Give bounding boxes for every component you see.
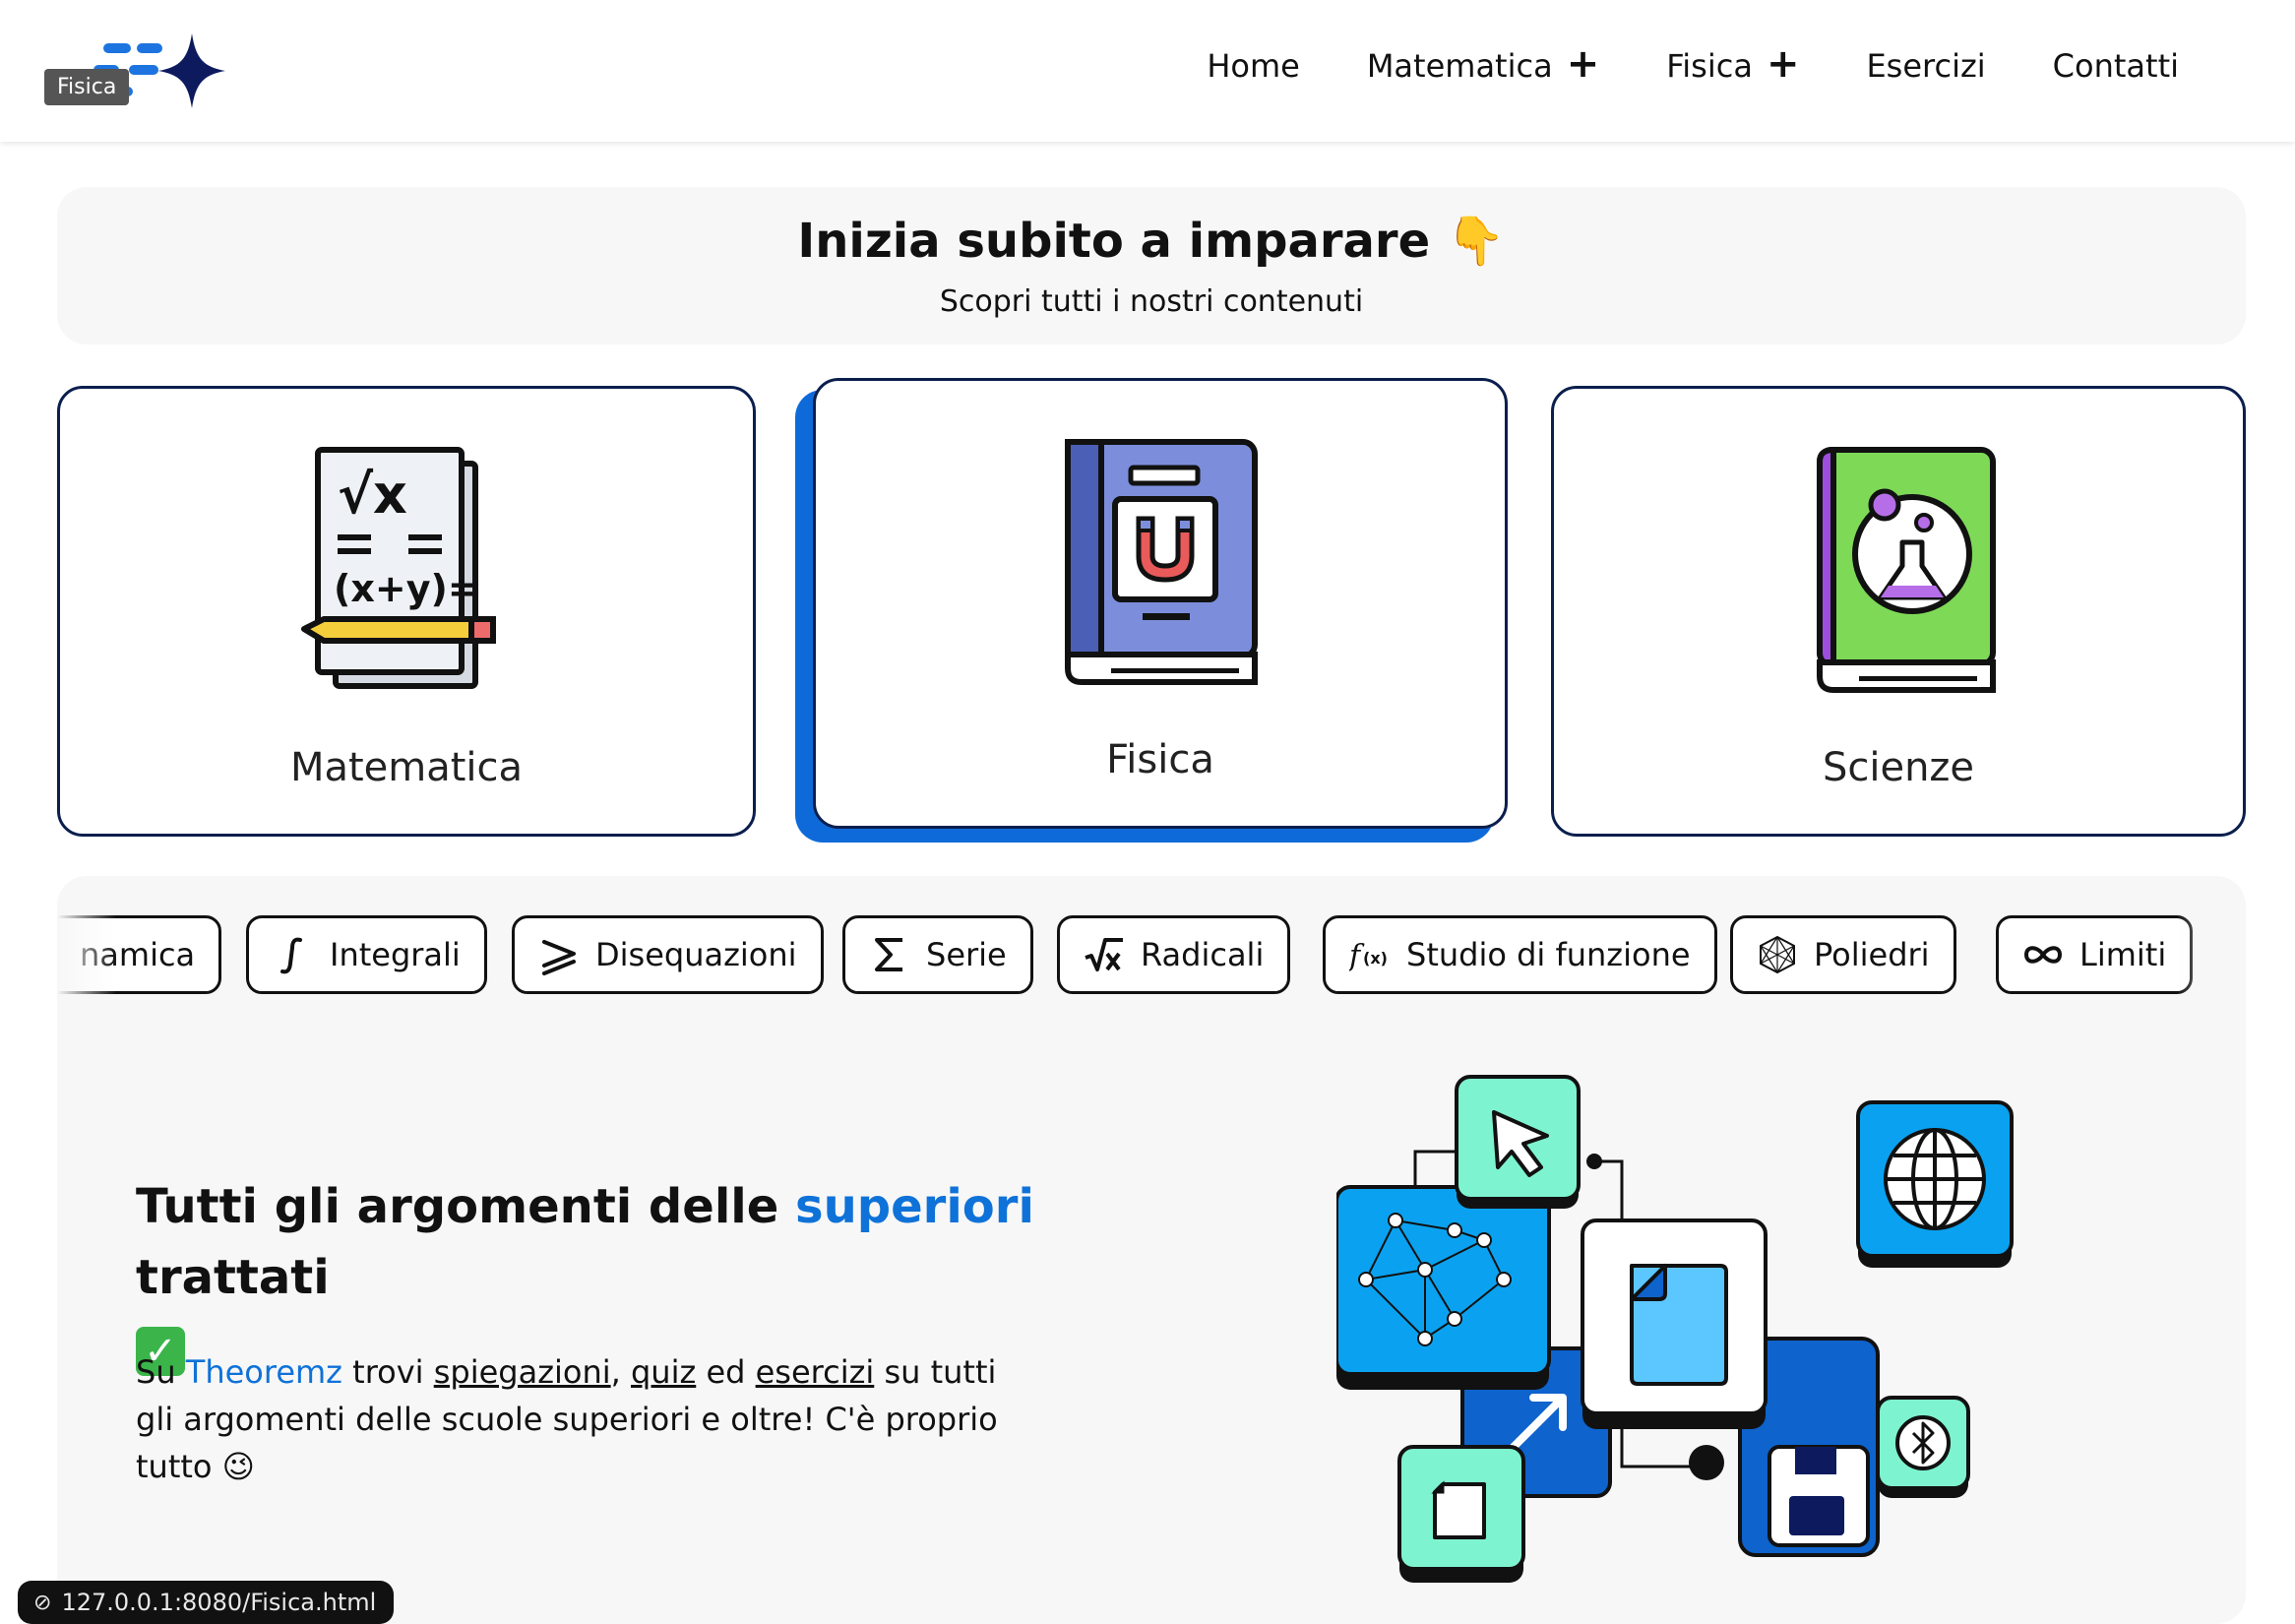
- plus-icon: +: [1566, 41, 1600, 87]
- text-trovi: trovi: [341, 1353, 434, 1391]
- card-matematica[interactable]: √x (x+y)= Matematica: [57, 386, 756, 837]
- browser-status-bar: ⊘ 127.0.0.1:8080/Fisica.html: [18, 1581, 395, 1624]
- card-matematica-label: Matematica: [289, 745, 524, 790]
- chip-label: Radicali: [1141, 936, 1265, 973]
- nav-fisica-label: Fisica: [1666, 47, 1753, 85]
- wink-icon: 😉: [221, 1448, 256, 1485]
- sigma-icon: [875, 938, 902, 971]
- nav-esercizi-label: Esercizi: [1866, 47, 1986, 85]
- svg-text:√x: √x: [338, 464, 407, 526]
- chip-serie[interactable]: Serie: [842, 915, 1033, 994]
- svg-text:(x+y)=: (x+y)=: [334, 567, 479, 610]
- section-title-post: trattati: [136, 1250, 330, 1305]
- text-ed: ed: [696, 1353, 756, 1391]
- hero-title-text: Inizia subito a imparare: [797, 214, 1431, 269]
- text-comma: ,: [610, 1353, 631, 1391]
- chip-label: Poliedri: [1814, 936, 1930, 973]
- math-book-icon: √x (x+y)=: [301, 447, 496, 689]
- section-title-pre: Tutti gli argomenti delle: [136, 1179, 796, 1234]
- physics-book-icon: [1065, 439, 1258, 685]
- carousel-fade-right: [2177, 906, 2246, 1004]
- svg-text:(x): (x): [1363, 949, 1388, 968]
- nav-matematica[interactable]: Matematica +: [1366, 41, 1600, 87]
- card-scienze[interactable]: Scienze: [1551, 386, 2246, 837]
- text-su: Su: [136, 1353, 186, 1391]
- hero-title: Inizia subito a imparare 👇: [57, 213, 2246, 269]
- link-esercizi[interactable]: esercizi: [756, 1353, 875, 1391]
- link-quiz[interactable]: quiz: [631, 1353, 696, 1391]
- link-icon: ⊘: [33, 1590, 52, 1615]
- logo-tooltip: Fisica: [44, 69, 130, 105]
- link-spiegazioni[interactable]: spiegazioni: [434, 1353, 611, 1391]
- network-illustration: [1336, 1075, 2014, 1583]
- card-scienze-label: Scienze: [1822, 745, 1975, 790]
- chip-studio-funzione[interactable]: f (x) Studio di funzione: [1323, 915, 1717, 994]
- nav-esercizi[interactable]: Esercizi: [1866, 47, 1985, 85]
- polyhedron-icon: [1760, 935, 1795, 974]
- topics-section: namica Integrali Disequazioni Serie Radi…: [57, 876, 2246, 1624]
- inequality-icon: [542, 940, 576, 975]
- chip-label: Disequazioni: [595, 936, 797, 973]
- section-title-highlight: superiori: [795, 1179, 1034, 1234]
- card-fisica[interactable]: Fisica: [813, 378, 1508, 829]
- chip-label: Limiti: [2079, 936, 2167, 973]
- chip-disequazioni[interactable]: Disequazioni: [512, 915, 824, 994]
- plus-icon: +: [1766, 41, 1800, 87]
- navbar: Fisica Home Matematica + Fisica + Esercizi…: [0, 0, 2295, 142]
- science-book-icon: [1817, 446, 1996, 693]
- nav-fisica[interactable]: Fisica +: [1666, 41, 1800, 87]
- nav-home-label: Home: [1207, 47, 1300, 85]
- main-nav: Home Matematica + Fisica + Esercizi Contat…: [1207, 41, 2179, 87]
- sqrt-icon: [1085, 938, 1123, 971]
- chip-label: Integrali: [330, 936, 461, 973]
- hero-subtitle: Scopri tutti i nostri contenuti: [939, 284, 1364, 319]
- nav-home[interactable]: Home: [1207, 47, 1300, 85]
- topic-carousel[interactable]: namica Integrali Disequazioni Serie Radi…: [57, 915, 2222, 994]
- nav-contatti[interactable]: Contatti: [2053, 47, 2179, 85]
- function-icon: f (x): [1349, 939, 1388, 973]
- infinity-icon: [2023, 946, 2063, 964]
- chip-poliedri[interactable]: Poliedri: [1730, 915, 1956, 994]
- chip-label: Serie: [926, 936, 1007, 973]
- nav-contatti-label: Contatti: [2052, 47, 2179, 85]
- chip-limiti[interactable]: Limiti: [1996, 915, 2194, 994]
- brand-link[interactable]: Theoremz: [186, 1353, 342, 1391]
- hero-banner: Inizia subito a imparare 👇 Scopri tutti …: [57, 187, 2246, 344]
- section-description: Su Theoremz trovi spiegazioni, quiz ed e…: [136, 1348, 1041, 1490]
- nav-matematica-label: Matematica: [1366, 47, 1553, 85]
- chip-integrali[interactable]: Integrali: [246, 915, 487, 994]
- card-fisica-label: Fisica: [1106, 737, 1214, 782]
- carousel-fade-left: [57, 906, 116, 1004]
- chip-label: Studio di funzione: [1406, 936, 1691, 973]
- integral-icon: [280, 937, 302, 974]
- pointing-down-icon: 👇: [1446, 214, 1506, 269]
- status-url: 127.0.0.1:8080/Fisica.html: [61, 1589, 377, 1616]
- chip-radicali[interactable]: Radicali: [1057, 915, 1291, 994]
